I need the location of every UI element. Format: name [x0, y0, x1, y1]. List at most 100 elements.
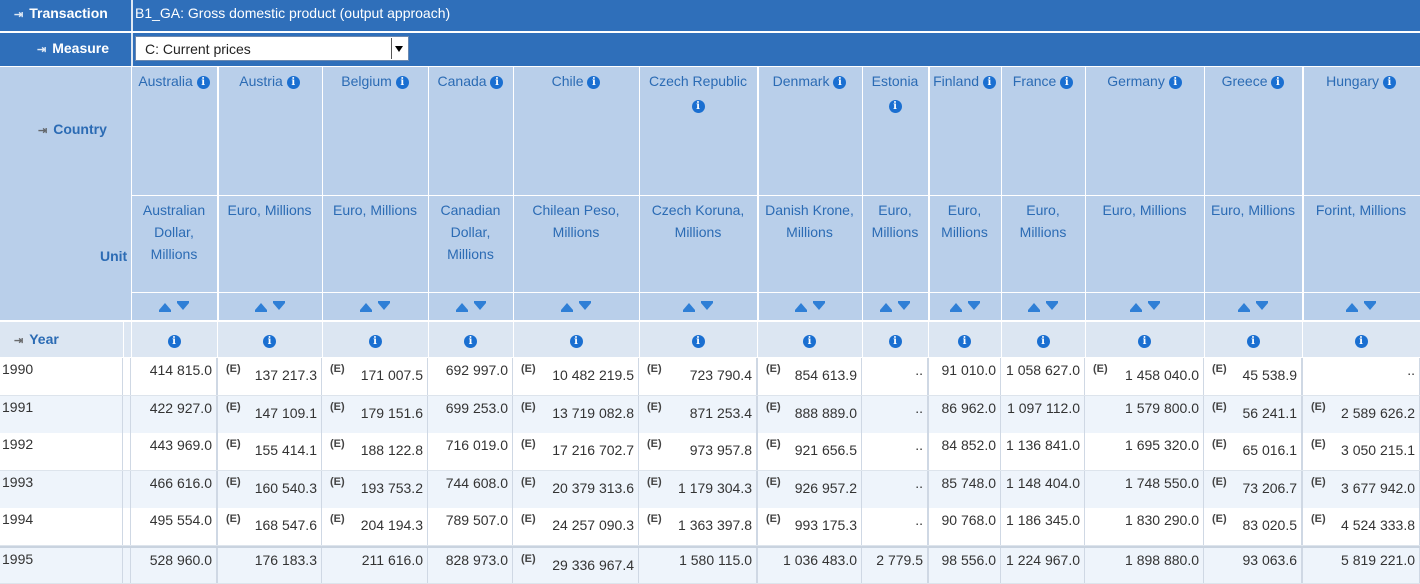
data-cell[interactable]: 85 748.0	[928, 471, 1001, 508]
country-header[interactable]: Australia i	[131, 68, 217, 94]
data-cell[interactable]: (E) 193 753.2	[322, 471, 428, 508]
data-cell[interactable]: ..	[862, 358, 928, 395]
data-cell[interactable]: 414 815.0	[131, 358, 217, 395]
country-name[interactable]: Hungary	[1326, 73, 1379, 89]
data-cell[interactable]: (E) 973 957.8	[639, 433, 757, 470]
data-cell[interactable]: 744 608.0	[428, 471, 513, 508]
sort-ascending-icon[interactable]	[1028, 302, 1040, 312]
sort-descending-icon[interactable]	[1256, 300, 1268, 310]
sort-ascending-icon[interactable]	[360, 302, 372, 312]
sort-ascending-icon[interactable]	[159, 302, 171, 312]
data-cell[interactable]: 443 969.0	[131, 433, 217, 470]
data-cell[interactable]: 466 616.0	[131, 471, 217, 508]
country-header[interactable]: Hungary i	[1302, 68, 1420, 94]
country-name[interactable]: Estonia	[872, 73, 919, 89]
country-name[interactable]: Belgium	[341, 73, 392, 89]
data-cell[interactable]: (E) 147 109.1	[217, 396, 322, 433]
sort-descending-icon[interactable]	[1147, 300, 1160, 310]
data-cell[interactable]: (E) 4 524 333.8	[1302, 508, 1420, 545]
pin-icon[interactable]: ⇥	[38, 124, 47, 137]
sort-ascending-icon[interactable]	[1238, 302, 1250, 312]
data-cell[interactable]: (E) 3 677 942.0	[1302, 471, 1420, 508]
data-cell[interactable]: 1 580 115.0	[639, 548, 757, 583]
data-cell[interactable]: ..	[862, 508, 928, 545]
data-cell[interactable]: 1 830 290.0	[1085, 508, 1204, 545]
sort-ascending-icon[interactable]	[794, 302, 807, 312]
info-icon[interactable]: i	[1036, 334, 1050, 348]
data-cell[interactable]: (E) 56 241.1	[1204, 396, 1302, 433]
data-cell[interactable]: (E) 921 656.5	[757, 433, 862, 470]
info-icon[interactable]: i	[1168, 75, 1182, 89]
data-cell[interactable]: (E) 17 216 702.7	[513, 433, 639, 470]
country-header[interactable]: Chile i	[513, 68, 639, 94]
data-cell[interactable]: 422 927.0	[131, 396, 217, 433]
data-cell[interactable]: (E) 1 458 040.0	[1085, 358, 1204, 395]
data-cell[interactable]: (E) 179 151.6	[322, 396, 428, 433]
sort-ascending-icon[interactable]	[949, 302, 962, 312]
data-cell[interactable]: ..	[862, 396, 928, 433]
data-cell[interactable]: (E) 871 253.4	[639, 396, 757, 433]
info-icon[interactable]: i	[368, 334, 382, 348]
info-icon[interactable]: i	[1354, 334, 1368, 348]
pin-icon[interactable]: ⇥	[37, 43, 46, 56]
data-cell[interactable]: (E) 171 007.5	[322, 358, 428, 395]
country-header[interactable]: Canada i	[428, 68, 513, 94]
data-cell[interactable]: (E) 83 020.5	[1204, 508, 1302, 545]
country-name[interactable]: Greece	[1222, 73, 1268, 89]
info-icon[interactable]: i	[167, 334, 181, 348]
sort-descending-icon[interactable]	[1364, 300, 1376, 310]
data-cell[interactable]: (E) 1 363 397.8	[639, 508, 757, 545]
country-header[interactable]: Austria i	[217, 68, 322, 94]
sort-descending-icon[interactable]	[1046, 300, 1058, 310]
data-cell[interactable]: 5 819 221.0	[1302, 548, 1420, 583]
country-header[interactable]: France i	[1001, 68, 1085, 94]
country-header[interactable]: Czech Republic i	[639, 68, 757, 118]
sort-descending-icon[interactable]	[473, 300, 486, 310]
country-header[interactable]: Finland i	[928, 68, 1001, 94]
info-icon[interactable]: i	[569, 334, 583, 348]
data-cell[interactable]: 84 852.0	[928, 433, 1001, 470]
info-icon[interactable]: i	[691, 99, 705, 113]
data-cell[interactable]: (E) 188 122.8	[322, 433, 428, 470]
info-icon[interactable]: i	[833, 75, 847, 89]
sort-descending-icon[interactable]	[898, 300, 910, 310]
sort-ascending-icon[interactable]	[561, 302, 573, 312]
data-cell[interactable]: 1 695 320.0	[1085, 433, 1204, 470]
data-cell[interactable]: 789 507.0	[428, 508, 513, 545]
sort-descending-icon[interactable]	[812, 300, 825, 310]
measure-select[interactable]: C: Current prices	[135, 36, 409, 61]
data-cell[interactable]: (E) 168 547.6	[217, 508, 322, 545]
country-name[interactable]: Finland	[933, 73, 979, 89]
measure-label[interactable]: ⇥ Measure	[37, 40, 109, 56]
sort-ascending-icon[interactable]	[254, 302, 267, 312]
data-cell[interactable]: (E) 137 217.3	[217, 358, 322, 395]
data-cell[interactable]: 1 224 967.0	[1001, 548, 1085, 583]
data-cell[interactable]: (E) 160 540.3	[217, 471, 322, 508]
pin-icon[interactable]: ⇥	[14, 334, 23, 347]
data-cell[interactable]: 86 962.0	[928, 396, 1001, 433]
data-cell[interactable]: 528 960.0	[131, 548, 217, 583]
country-name[interactable]: Australia	[138, 73, 192, 89]
sort-descending-icon[interactable]	[579, 300, 591, 310]
data-cell[interactable]: 91 010.0	[928, 358, 1001, 395]
data-cell[interactable]: 716 019.0	[428, 433, 513, 470]
sort-ascending-icon[interactable]	[683, 302, 695, 312]
info-icon[interactable]: i	[958, 334, 971, 348]
country-header[interactable]: Estonia i	[862, 68, 928, 118]
country-header[interactable]: Belgium i	[322, 68, 428, 94]
data-cell[interactable]: 828 973.0	[428, 548, 513, 583]
chevron-down-icon[interactable]	[391, 38, 407, 59]
data-cell[interactable]: (E) 1 179 304.3	[639, 471, 757, 508]
data-cell[interactable]: (E) 2 589 626.2	[1302, 396, 1420, 433]
country-name[interactable]: Canada	[438, 73, 487, 89]
sort-ascending-icon[interactable]	[1346, 302, 1358, 312]
data-cell[interactable]: ..	[862, 471, 928, 508]
data-cell[interactable]: (E) 3 050 215.1	[1302, 433, 1420, 470]
info-icon[interactable]: i	[286, 75, 300, 89]
data-cell[interactable]: 1 148 404.0	[1001, 471, 1085, 508]
info-icon[interactable]: i	[1138, 334, 1151, 348]
data-cell[interactable]: 2 779.5	[862, 548, 928, 583]
info-icon[interactable]: i	[982, 75, 996, 89]
data-cell[interactable]: (E) 20 379 313.6	[513, 471, 639, 508]
data-cell[interactable]: (E) 926 957.2	[757, 471, 862, 508]
